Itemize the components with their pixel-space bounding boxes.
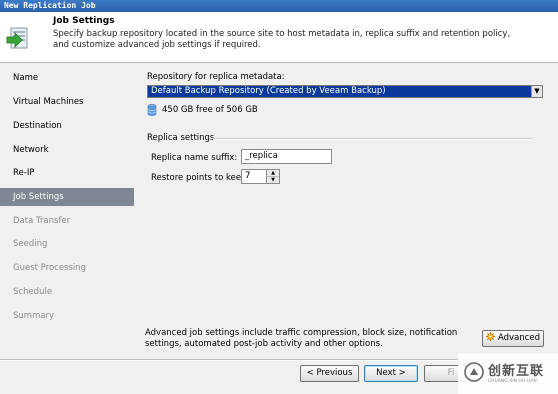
sidebar-item-virtual-machines[interactable]: Virtual Machines <box>0 93 134 111</box>
watermark-cn-text: 创新互联 <box>488 364 545 379</box>
repository-select[interactable]: Default Backup Repository (Created by Ve… <box>147 85 543 98</box>
repository-label: Repository for replica metadata: <box>147 72 285 82</box>
sidebar-item-seeding: Seeding <box>13 239 48 249</box>
sidebar-item-schedule: Schedule <box>13 287 53 297</box>
gear-icon <box>486 332 495 341</box>
restore-points-label: Restore points to keep: <box>151 173 250 183</box>
advanced-button-label: Advanced <box>498 333 540 343</box>
sidebar-item-summary: Summary <box>13 311 55 321</box>
previous-button[interactable]: < Previous <box>300 365 359 382</box>
watermark: 创新互联 CHUANG XIN HU LIAN <box>458 354 558 394</box>
page-description: Specify backup repository located in the… <box>53 29 511 50</box>
stepper-up-icon[interactable]: ▲ <box>267 170 279 177</box>
sidebar-item-network[interactable]: Network <box>0 141 134 159</box>
page-title: Job Settings <box>53 16 115 26</box>
sidebar-item-destination[interactable]: Destination <box>0 117 134 135</box>
wizard-header: Job Settings Specify backup repository l… <box>0 12 558 63</box>
advanced-button[interactable]: Advanced <box>482 330 544 347</box>
group-divider <box>213 138 533 140</box>
advanced-description: Advanced job settings include traffic co… <box>145 328 458 349</box>
job-settings-panel: Repository for replica metadata: Default… <box>135 63 558 359</box>
stepper-down-icon[interactable]: ▼ <box>267 177 279 183</box>
sidebar-item-job-settings[interactable]: Job Settings <box>0 188 134 206</box>
wizard-steps: Name Virtual Machines Destination Networ… <box>0 63 134 359</box>
sidebar-item-guest-processing: Guest Processing <box>13 263 87 273</box>
restore-points-stepper[interactable]: ▲ ▼ <box>267 169 280 184</box>
chevron-down-icon[interactable]: ▼ <box>531 86 542 97</box>
replication-icon <box>6 27 28 49</box>
sidebar-item-data-transfer: Data Transfer <box>13 216 71 226</box>
sidebar-item-re-ip[interactable]: Re-IP <box>0 164 134 182</box>
brand-logo-icon <box>464 362 484 382</box>
repository-free-space: 450 GB free of 506 GB <box>162 105 258 115</box>
database-icon <box>147 104 157 116</box>
repository-selected-value: Default Backup Repository (Created by Ve… <box>151 86 386 96</box>
window-title: New Replication Job <box>0 0 558 12</box>
replica-settings-group-label: Replica settings <box>147 133 215 143</box>
replica-suffix-label: Replica name suffix: <box>151 153 238 163</box>
replica-suffix-input[interactable]: _replica <box>241 149 332 164</box>
restore-points-input[interactable]: 7 <box>241 169 267 184</box>
next-button[interactable]: Next > <box>364 365 418 382</box>
watermark-en-text: CHUANG XIN HU LIAN <box>488 379 537 384</box>
sidebar-item-name[interactable]: Name <box>0 69 134 87</box>
